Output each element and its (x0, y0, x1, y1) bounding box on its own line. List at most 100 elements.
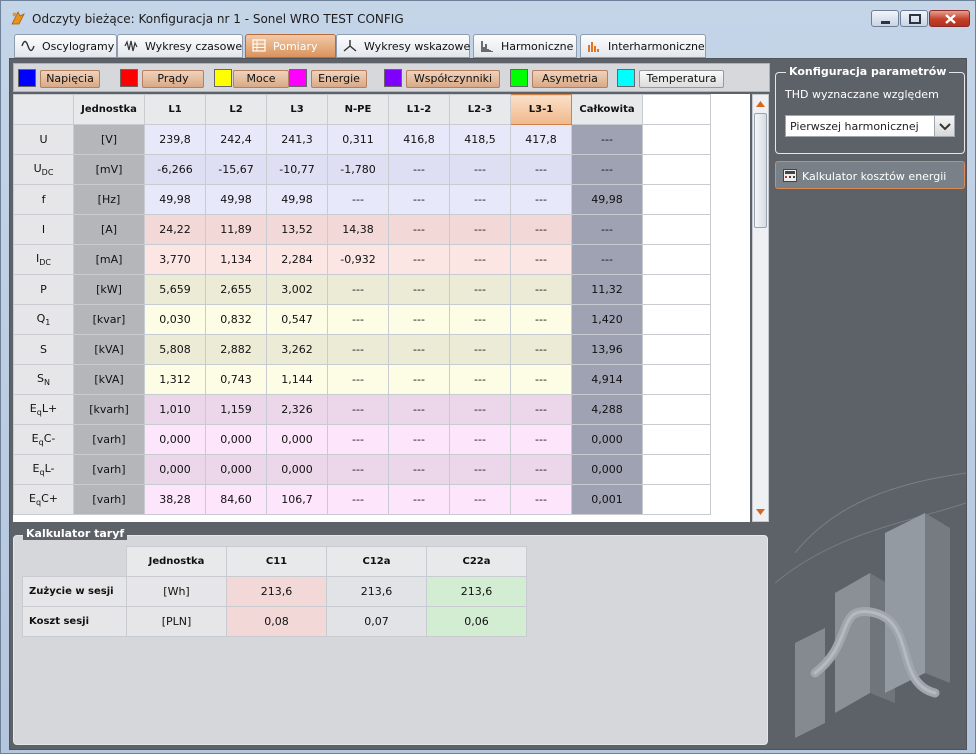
energy-cost-calculator-button[interactable]: Kalkulator kosztów energii (775, 161, 965, 189)
param-symbol: E (29, 401, 37, 415)
filter-button-0[interactable]: Napięcia (40, 70, 100, 88)
filter-color-swatch[interactable] (214, 69, 232, 87)
column-header[interactable]: L2 (205, 94, 267, 125)
value-cell: 0,000 (571, 454, 643, 485)
maximize-button[interactable] (900, 10, 928, 27)
column-header[interactable]: L1-2 (388, 94, 450, 125)
table-row[interactable]: EqC+ [varh] 38,28 84,60 106,7 --- --- --- --- 0,0… (13, 484, 711, 515)
measurements-grid[interactable]: Jednostka L1 L2 L3 N-PE L1-2 L2-3 L3-1 Całkowita… (13, 94, 750, 522)
vertical-scrollbar[interactable] (752, 94, 769, 522)
param-subscript: N (44, 378, 50, 388)
column-header[interactable]: L2-3 (449, 94, 511, 125)
tab-harmoniczne[interactable]: Harmoniczne (473, 34, 577, 58)
param-cell: UDC (13, 154, 74, 185)
filter-button-6[interactable]: Temperatura (639, 70, 724, 88)
value-cell: -6,266 (144, 154, 206, 185)
tab-oscylogramy[interactable]: Oscylogramy (14, 34, 117, 58)
filter-color-swatch[interactable] (510, 69, 528, 87)
tab-label: Interharmoniczne (608, 40, 705, 53)
minimize-button[interactable] (871, 10, 899, 27)
tariff-column-header (22, 546, 127, 577)
filter-color-swatch[interactable] (617, 69, 635, 87)
column-header[interactable]: Całkowita (571, 94, 643, 125)
param-cell: Q1 (13, 304, 74, 335)
value-cell: 11,32 (571, 274, 643, 305)
empty-cell (642, 394, 711, 425)
table-row[interactable]: Q1 [kvar] 0,030 0,832 0,547 --- --- --- --- 1,420 (13, 304, 711, 335)
tab-wykresy-czasowe[interactable]: Wykresy czasowe (117, 34, 243, 58)
table-row[interactable]: EqC- [varh] 0,000 0,000 0,000 --- --- --- --- 0,0… (13, 424, 711, 455)
column-header[interactable]: Jednostka (73, 94, 145, 125)
scroll-thumb[interactable] (754, 113, 767, 228)
filter-color-swatch[interactable] (120, 69, 138, 87)
table-row[interactable]: I [A] 24,22 11,89 13,52 14,38 --- --- --- --- (13, 214, 711, 245)
filter-button-1[interactable]: Prądy (142, 70, 204, 88)
column-header[interactable]: N-PE (327, 94, 389, 125)
param-cell: EqL+ (13, 394, 74, 425)
filter-color-swatch[interactable] (384, 69, 402, 87)
value-cell: 1,159 (205, 394, 267, 425)
scroll-down-icon[interactable] (754, 505, 767, 519)
value-cell: 0,000 (205, 454, 267, 485)
filter-button-3[interactable]: Energie (311, 70, 367, 88)
value-cell: 0,000 (266, 454, 328, 485)
column-header[interactable]: L3 (266, 94, 328, 125)
value-cell: --- (510, 424, 572, 455)
filter-button-5[interactable]: Asymetria (532, 70, 608, 88)
value-cell: --- (449, 364, 511, 395)
title-bar[interactable]: Odczyty bieżące: Konfiguracja nr 1 - Son… (1, 1, 975, 31)
thd-select[interactable]: Pierwszej harmonicznej (785, 115, 955, 137)
param-symbol: E (29, 491, 36, 505)
table-row[interactable]: U [V] 239,8 242,4 241,3 0,311 416,8 418,5 417,8-… (13, 124, 711, 155)
value-cell: 5,659 (144, 274, 206, 305)
table-row[interactable]: SN [kVA] 1,312 0,743 1,144 --- --- --- --- 4,914 (13, 364, 711, 395)
value-cell: --- (449, 334, 511, 365)
table-row[interactable]: EqL- [varh] 0,000 0,000 0,000 --- --- --- --- 0,0… (13, 454, 711, 485)
filter-button-2[interactable]: Moce (233, 70, 289, 88)
param-symbol: U (39, 133, 48, 146)
value-cell: 3,002 (266, 274, 328, 305)
filter-button-4[interactable]: Współczynniki (406, 70, 500, 88)
table-row[interactable]: f [Hz] 49,98 49,98 49,98 --- --- --- --- 49,98 (13, 184, 711, 215)
unit-cell: [kW] (73, 274, 145, 305)
tab-interharmoniczne[interactable]: Interharmoniczne (580, 34, 706, 58)
value-cell: --- (510, 334, 572, 365)
dropdown-button[interactable] (934, 116, 954, 136)
value-cell: --- (449, 214, 511, 245)
value-cell: 38,28 (144, 484, 206, 515)
close-button[interactable] (929, 10, 970, 27)
value-cell: -1,780 (327, 154, 389, 185)
tariff-value: 213,6 (326, 576, 427, 607)
value-cell: 0,030 (144, 304, 206, 335)
content-area: Napięcia Prądy Moce Energie Współczynniki Asy… (9, 58, 967, 750)
scroll-up-icon[interactable] (754, 97, 767, 111)
column-header[interactable]: L1 (144, 94, 206, 125)
tab-pomiary[interactable]: Pomiary (245, 34, 336, 58)
table-row[interactable]: S [kVA] 5,808 2,882 3,262 --- --- --- --- 13,96 (13, 334, 711, 365)
value-cell: 49,98 (571, 184, 643, 215)
value-cell: --- (510, 364, 572, 395)
value-cell: -0,932 (327, 244, 389, 275)
table-row[interactable]: UDC [mV] -6,266 -15,67 -10,77 -1,780 --- --- ---… (13, 154, 711, 185)
unit-cell: [mV] (73, 154, 145, 185)
param-symbol: I (41, 223, 46, 236)
value-cell: 1,144 (266, 364, 328, 395)
empty-cell (642, 184, 711, 215)
tariff-column-header: C11 (226, 546, 327, 577)
value-cell: --- (510, 244, 572, 275)
value-cell: 1,420 (571, 304, 643, 335)
tab-wykresy-wskazowe[interactable]: Wykresy wskazowe (336, 34, 470, 58)
filter-color-swatch[interactable] (18, 69, 36, 87)
param-subscript: DC (41, 168, 54, 178)
filter-color-swatch[interactable] (289, 69, 307, 87)
column-header[interactable] (13, 94, 74, 125)
value-cell: --- (327, 454, 389, 485)
table-row[interactable]: IDC [mA] 3,770 1,134 2,284 -0,932 --- --- --- --- (13, 244, 711, 275)
param-cell: EqC+ (13, 484, 74, 515)
column-header[interactable]: L3-1 (510, 94, 572, 125)
tariff-row-label: Koszt sesji (22, 606, 127, 637)
filter-bar: Napięcia Prądy Moce Energie Współczynniki Asy… (13, 63, 770, 92)
table-row[interactable]: EqL+ [kvarh] 1,010 1,159 2,326 --- --- --- --- 4,… (13, 394, 711, 425)
table-row[interactable]: P [kW] 5,659 2,655 3,002 --- --- --- --- 11,32 (13, 274, 711, 305)
param-symbol: U (33, 161, 42, 175)
